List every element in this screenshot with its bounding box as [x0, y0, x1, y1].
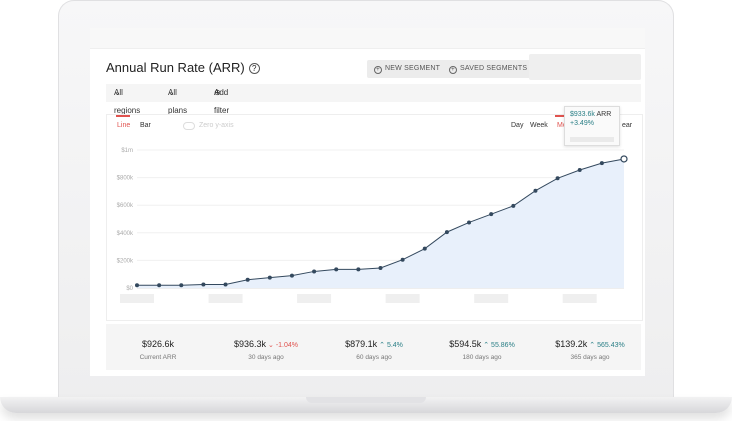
stat-60d: $879.1k ⌃ 5.4% 60 days ago [324, 334, 424, 361]
x-tick-label [562, 294, 597, 303]
data-point [245, 277, 250, 282]
chevron-down-icon: ⌄ [168, 88, 175, 97]
x-tick-label [208, 294, 243, 303]
stat-change: ⌃ 565.43% [589, 342, 624, 349]
data-point [135, 283, 139, 288]
stat-180d: $594.5k ⌃ 55.86% 180 days ago [432, 334, 532, 361]
data-point [201, 282, 206, 287]
x-tick-label [474, 294, 509, 303]
data-point [489, 212, 494, 217]
saved-segments-label: SAVED SEGMENTS [460, 65, 528, 72]
stat-label: 180 days ago [462, 354, 502, 361]
stat-value: $139.2k [555, 339, 588, 349]
tooltip-label: ARR [596, 111, 612, 118]
data-point [511, 203, 516, 208]
data-point [223, 282, 228, 287]
data-point [267, 275, 272, 280]
stat-current: $926.6k Current ARR [108, 334, 208, 361]
arrow-up-icon: ⌃ [589, 342, 596, 349]
tooltip-value: $933.6k [570, 111, 595, 118]
y-tick-label: $1m [121, 148, 133, 154]
tooltip-value-line: $933.6k ARR [570, 111, 614, 118]
stats-bar: $926.6k Current ARR $936.3k ⌄ -1.04% 30 d… [106, 324, 641, 370]
arrow-up-icon: ⌃ [483, 342, 490, 349]
data-point [157, 283, 162, 288]
new-segment-label: NEW SEGMENT [385, 65, 441, 72]
data-point [356, 267, 361, 272]
stat-change-text: 565.43% [597, 342, 625, 349]
plus-icon: + [449, 66, 457, 74]
app-screen: Annual Run Rate (ARR)? + NEW SEGMENT + SAV… [90, 28, 645, 376]
y-tick-label: $0 [126, 286, 133, 292]
stat-change: ⌄ -1.04% [268, 342, 298, 349]
data-point [555, 176, 560, 181]
y-tick-label: $800k [117, 176, 134, 182]
help-icon[interactable]: ? [248, 63, 260, 74]
saved-segments-button[interactable]: + SAVED SEGMENTS [442, 60, 535, 78]
arr-chart: $0 $200k $400k $600k $800k $1m [117, 148, 628, 303]
x-tick-label [120, 294, 154, 303]
data-point [620, 155, 628, 163]
x-tick-label [297, 294, 332, 303]
stat-change-text: -1.04% [275, 342, 299, 349]
stat-label: 60 days ago [356, 354, 392, 361]
data-point [577, 168, 582, 173]
chart-tooltip: $933.6k ARR +3.49% [564, 106, 620, 146]
page-title: Annual Run Rate (ARR)? [106, 60, 260, 75]
stat-label: 30 days ago [248, 354, 284, 361]
stat-change: ⌃ 55.86% [483, 342, 515, 349]
stat-change: ⌃ 5.4% [379, 342, 403, 349]
page-title-text: Annual Run Rate (ARR) [106, 60, 245, 75]
data-point [289, 273, 294, 278]
data-point [467, 220, 472, 225]
plus-icon: + [374, 66, 382, 74]
stat-value: $936.3k [233, 339, 266, 349]
stat-365d: $139.2k ⌃ 565.43% 365 days ago [540, 334, 640, 361]
arrow-up-icon: ⌃ [379, 342, 385, 349]
data-point [334, 267, 339, 272]
data-point [422, 246, 427, 251]
y-tick-label: $200k [117, 258, 134, 264]
data-point [444, 230, 449, 235]
filter-bar: All regions ⌄ All plans ⌄ ⊕ Add filter [106, 84, 641, 115]
stat-value: $879.1k [345, 339, 378, 349]
stat-value: $594.5k [449, 339, 482, 349]
y-tick-label: $600k [117, 203, 134, 209]
stat-value: $926.6k [141, 339, 175, 349]
data-point [400, 257, 405, 262]
y-tick-label: $400k [117, 231, 134, 237]
data-point [312, 269, 317, 274]
data-point [599, 161, 604, 166]
tooltip-bar [570, 137, 614, 142]
stat-30d: $936.3k ⌄ -1.04% 30 days ago [216, 334, 316, 361]
top-strip [90, 28, 645, 49]
placeholder-box [529, 54, 641, 80]
data-point [378, 265, 383, 270]
x-tick-label [385, 294, 420, 303]
data-point [179, 283, 184, 288]
stat-label: 365 days ago [570, 354, 610, 361]
tooltip-change: +3.49% [570, 120, 594, 127]
data-point [533, 188, 538, 193]
arrow-down-icon: ⌄ [268, 342, 274, 349]
chart-panel: Line Bar Zero y-axis Day Week Mo ear $0 $… [106, 114, 643, 321]
laptop-notch [306, 397, 426, 403]
chevron-down-icon: ⌄ [114, 88, 121, 97]
stat-label: Current ARR [139, 354, 177, 361]
new-segment-button[interactable]: + NEW SEGMENT [367, 60, 448, 78]
stat-change-text: 55.86% [491, 342, 515, 349]
stat-change-text: 5.4% [386, 342, 403, 349]
